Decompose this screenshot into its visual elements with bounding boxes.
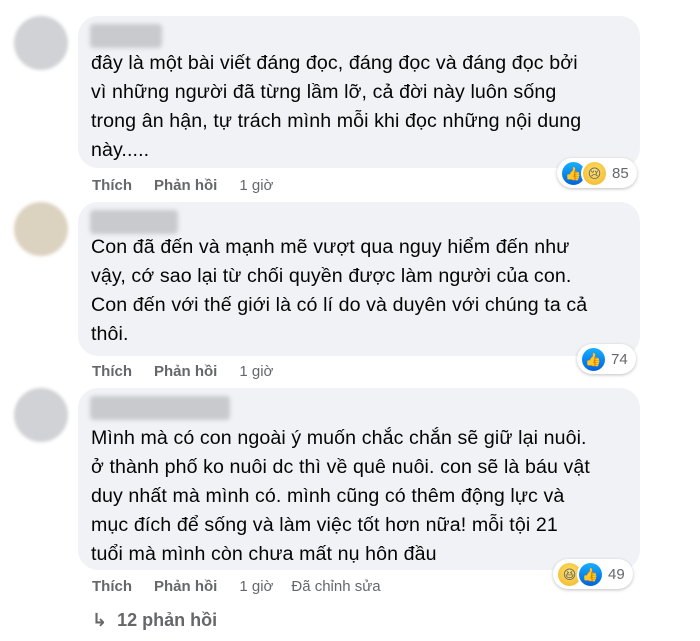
- avatar[interactable]: [14, 16, 68, 70]
- view-more-replies[interactable]: ↳ 12 phản hồi: [92, 607, 217, 633]
- comment-text: đây là một bài viết đáng đọc, đáng đọc v…: [91, 52, 582, 161]
- reaction-count: 49: [608, 565, 625, 583]
- like-icon: 👍: [577, 560, 604, 588]
- more-replies-label: 12 phản hồi: [117, 609, 218, 630]
- edited-label[interactable]: Đã chỉnh sửa: [291, 578, 380, 595]
- comment-bubble: Con đã đến và mạnh mẽ vượt qua nguy hiểm…: [78, 202, 640, 356]
- reply-button[interactable]: Phản hồi: [154, 578, 217, 595]
- author-name-redacted[interactable]: [90, 396, 230, 420]
- author-name-redacted[interactable]: [90, 210, 178, 234]
- avatar[interactable]: [14, 202, 68, 256]
- comment-text: Con đã đến và mạnh mẽ vượt qua nguy hiểm…: [91, 236, 588, 345]
- reaction-summary[interactable]: 👍 74: [577, 344, 636, 374]
- timestamp[interactable]: 1 giờ: [239, 578, 273, 595]
- comment-bubble: đây là một bài viết đáng đọc, đáng đọc v…: [78, 16, 640, 168]
- avatar[interactable]: [14, 388, 68, 442]
- reaction-count: 74: [611, 350, 628, 368]
- sad-face-icon: 😢: [581, 159, 608, 187]
- timestamp[interactable]: 1 giờ: [239, 177, 273, 194]
- reply-button[interactable]: Phản hồi: [154, 177, 217, 194]
- reply-arrow-icon: ↳: [92, 609, 108, 630]
- timestamp[interactable]: 1 giờ: [239, 363, 273, 380]
- reaction-summary[interactable]: 😆 👍 49: [553, 559, 633, 589]
- reaction-count: 85: [612, 164, 629, 182]
- author-name-redacted[interactable]: [90, 24, 162, 48]
- comment-bubble: Mình mà có con ngoài ý muốn chắc chắn sẽ…: [78, 388, 640, 570]
- comment-actions: Thích Phản hồi 1 giờ Đã chỉnh sửa: [92, 575, 381, 597]
- comment-actions: Thích Phản hồi 1 giờ: [92, 360, 291, 382]
- comment-actions: Thích Phản hồi 1 giờ: [92, 174, 291, 196]
- reply-button[interactable]: Phản hồi: [154, 363, 217, 380]
- like-icon: 👍: [580, 345, 607, 373]
- like-button[interactable]: Thích: [92, 578, 132, 595]
- comment-text: Mình mà có con ngoài ý muốn chắc chắn sẽ…: [91, 427, 590, 565]
- reaction-summary[interactable]: 👍 😢 85: [557, 158, 637, 188]
- like-button[interactable]: Thích: [92, 363, 132, 380]
- like-button[interactable]: Thích: [92, 177, 132, 194]
